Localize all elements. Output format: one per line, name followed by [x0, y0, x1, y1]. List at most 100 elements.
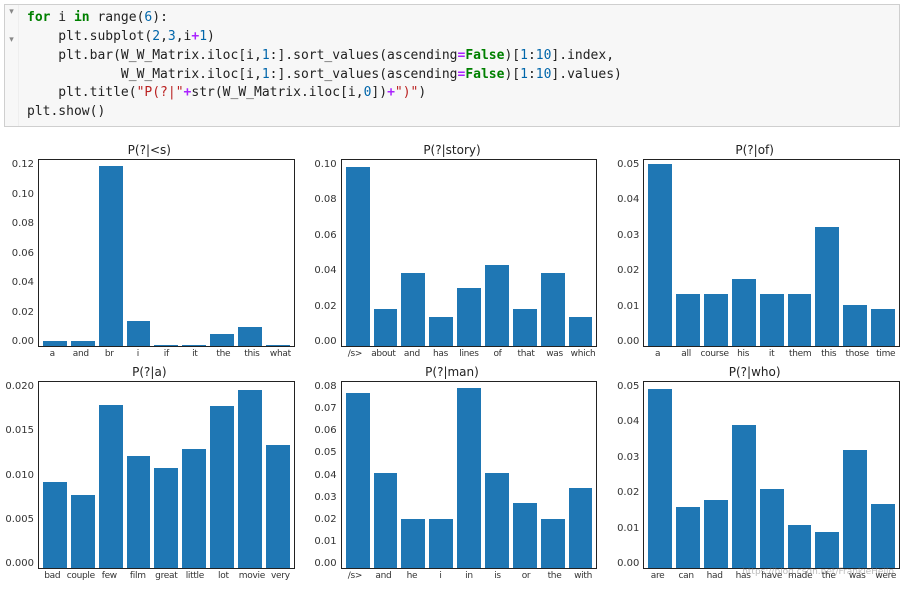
bar: [154, 345, 178, 347]
x-tick: can: [672, 569, 701, 583]
y-tick: 0.04: [314, 265, 336, 276]
x-tick: great: [152, 569, 181, 583]
plot-area: [341, 159, 598, 347]
bar: [43, 482, 67, 568]
y-tick: 0.05: [617, 159, 639, 170]
y-tick: 0.10: [12, 189, 34, 200]
x-tick: he: [398, 569, 427, 583]
y-tick: 0.01: [314, 536, 336, 547]
bar: [457, 388, 481, 568]
fold-triangle[interactable]: ▾: [9, 7, 14, 17]
bar: [815, 532, 839, 568]
x-tick: lines: [455, 347, 484, 361]
x-tick: which: [569, 347, 598, 361]
fold-triangle[interactable]: ▾: [9, 35, 14, 45]
y-tick: 0.00: [314, 558, 336, 569]
y-axis: 0.120.100.080.060.040.020.00: [4, 159, 38, 347]
x-tick: movie: [238, 569, 267, 583]
y-tick: 0.020: [5, 381, 34, 392]
bar: [182, 345, 206, 347]
x-tick: is: [483, 569, 512, 583]
bar: [71, 341, 95, 346]
x-axis: /s>aboutandhaslinesofthatwaswhich: [307, 347, 598, 361]
bar: [127, 321, 151, 346]
x-tick: have: [757, 569, 786, 583]
code-cell[interactable]: ▾ ▾ for i in range(6): plt.subplot(2,3,i…: [4, 4, 900, 127]
x-tick: what: [266, 347, 295, 361]
y-tick: 0.03: [617, 452, 639, 463]
y-tick: 0.00: [617, 558, 639, 569]
bar: [871, 309, 895, 346]
chart-title: P(?|<s): [4, 143, 295, 157]
bar: [513, 309, 537, 346]
bar: [374, 473, 398, 568]
bar: [676, 294, 700, 346]
y-tick: 0.02: [314, 514, 336, 525]
chart-0: P(?|<s)0.120.100.080.060.040.020.00aandb…: [4, 143, 295, 361]
x-tick: in: [455, 569, 484, 583]
bar: [401, 273, 425, 346]
bar: [401, 519, 425, 568]
chart-body: 0.050.040.030.020.010.00: [609, 159, 900, 347]
plot-area: [643, 381, 900, 569]
bar: [513, 503, 537, 569]
x-tick: it: [757, 347, 786, 361]
chart-body: 0.100.080.060.040.020.00: [307, 159, 598, 347]
chart-title: P(?|of): [609, 143, 900, 157]
x-tick: course: [700, 347, 729, 361]
chart-title: P(?|a): [4, 365, 295, 379]
x-tick: has: [426, 347, 455, 361]
bar: [210, 406, 234, 568]
bar: [760, 294, 784, 346]
y-tick: 0.03: [314, 492, 336, 503]
y-tick: 0.10: [314, 159, 336, 170]
bar: [788, 525, 812, 568]
bar: [346, 393, 370, 568]
y-axis: 0.080.070.060.050.040.030.020.010.00: [307, 381, 341, 569]
y-tick: 0.04: [617, 194, 639, 205]
x-tick: of: [483, 347, 512, 361]
chart-body: 0.050.040.030.020.010.00: [609, 381, 900, 569]
y-tick: 0.03: [617, 230, 639, 241]
bar: [648, 164, 672, 346]
x-tick: very: [266, 569, 295, 583]
x-tick: has: [729, 569, 758, 583]
x-tick: with: [569, 569, 598, 583]
chart-3: P(?|a)0.0200.0150.0100.0050.000badcouple…: [4, 365, 295, 583]
y-tick: 0.015: [5, 425, 34, 436]
x-tick: if: [152, 347, 181, 361]
bar: [871, 504, 895, 568]
x-axis: aallcoursehisitthemthisthosetime: [609, 347, 900, 361]
bar: [238, 390, 262, 568]
x-tick: br: [95, 347, 124, 361]
chart-4: P(?|man)0.080.070.060.050.040.030.020.01…: [307, 365, 598, 583]
x-tick: about: [369, 347, 398, 361]
chart-body: 0.080.070.060.050.040.030.020.010.00: [307, 381, 598, 569]
x-tick: all: [672, 347, 701, 361]
x-tick: that: [512, 347, 541, 361]
y-tick: 0.06: [12, 248, 34, 259]
y-tick: 0.06: [314, 230, 336, 241]
bar: [541, 519, 565, 568]
y-tick: 0.01: [617, 523, 639, 534]
x-tick: couple: [67, 569, 96, 583]
y-tick: 0.08: [314, 381, 336, 392]
x-tick: few: [95, 569, 124, 583]
bar: [43, 341, 67, 346]
x-axis: aandbriifitthethiswhat: [4, 347, 295, 361]
code-content[interactable]: for i in range(6): plt.subplot(2,3,i+1) …: [19, 5, 630, 126]
x-tick: the: [540, 569, 569, 583]
chart-body: 0.0200.0150.0100.0050.000: [4, 381, 295, 569]
bar: [182, 449, 206, 568]
bar: [485, 473, 509, 568]
plot-area: [643, 159, 900, 347]
x-tick: the: [814, 569, 843, 583]
bar: [429, 519, 453, 568]
bar: [210, 334, 234, 346]
y-tick: 0.12: [12, 159, 34, 170]
x-tick: his: [729, 347, 758, 361]
bar: [648, 389, 672, 568]
x-tick: i: [426, 569, 455, 583]
x-tick: /s>: [341, 347, 370, 361]
chart-title: P(?|who): [609, 365, 900, 379]
